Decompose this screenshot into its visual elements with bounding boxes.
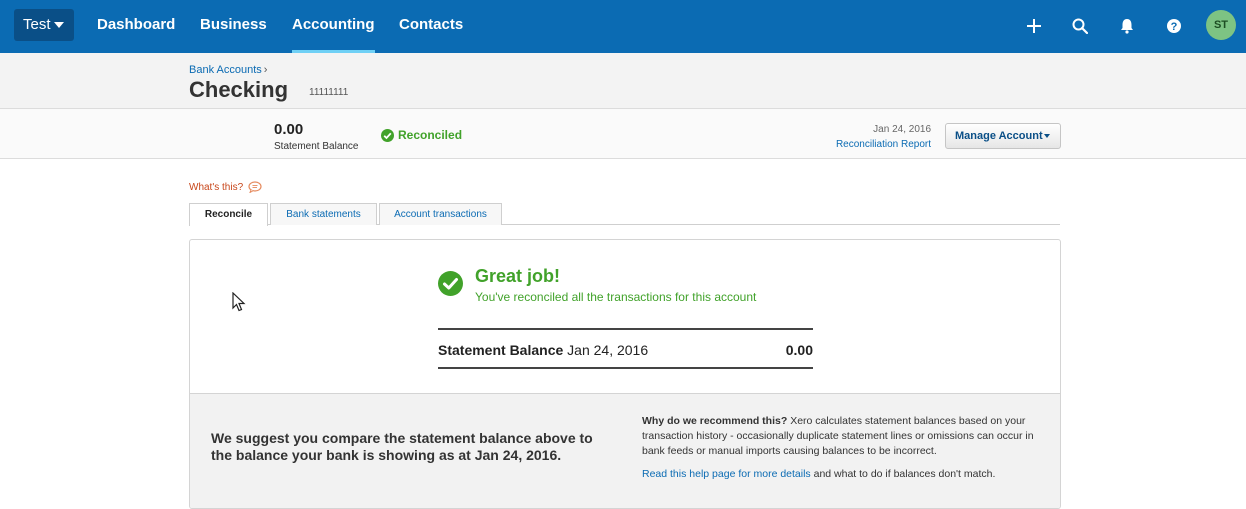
reconcile-panel: Great job! You've reconciled all the tra… [189, 239, 1061, 509]
help-icon[interactable]: ? [1163, 15, 1185, 37]
manage-account-label: Manage Account [955, 130, 1043, 142]
user-avatar[interactable]: ST [1206, 10, 1236, 40]
statement-balance-value: 0.00 [274, 121, 304, 138]
statement-balance-amount: 0.00 [785, 342, 813, 358]
caret-down-icon [1044, 134, 1050, 138]
check-circle-icon [381, 128, 394, 142]
reconciliation-date: Jan 24, 2016 [873, 124, 931, 135]
success-check-icon [438, 271, 463, 296]
plus-icon[interactable] [1023, 15, 1045, 37]
help-line: Read this help page for more details and… [642, 468, 995, 480]
nav-business[interactable]: Business [200, 0, 267, 53]
whats-this-link[interactable]: What's this? [189, 181, 262, 193]
account-number: 11111111 [309, 87, 349, 98]
reconciliation-report-link[interactable]: Reconciliation Report [836, 139, 931, 150]
compare-suggestion: We suggest you compare the statement bal… [211, 430, 593, 463]
bell-icon[interactable] [1116, 15, 1138, 37]
caret-down-icon [54, 22, 64, 28]
statement-balance-label: Statement Balance [274, 141, 359, 152]
page-title: Checking [189, 77, 289, 102]
tab-bank-statements[interactable]: Bank statements [270, 203, 377, 225]
whats-this-label: What's this? [189, 181, 244, 193]
breadcrumb-bank-accounts[interactable]: Bank Accounts [189, 64, 262, 76]
success-subtitle: You've reconciled all the transactions f… [475, 290, 757, 304]
success-title: Great job! [475, 266, 561, 286]
statement-balance-heading: Statement Balance Jan 24, 2016 [438, 342, 648, 358]
reconciled-label: Reconciled [398, 128, 463, 142]
organisation-menu-button[interactable]: Test [14, 9, 74, 41]
speech-bubble-icon [248, 181, 262, 193]
nav-accounting[interactable]: Accounting [292, 0, 375, 53]
nav-dashboard[interactable]: Dashboard [97, 0, 175, 53]
statement-balance-row: Statement Balance Jan 24, 2016 0.00 [438, 328, 813, 369]
tab-account-transactions[interactable]: Account transactions [379, 203, 502, 225]
nav-contacts[interactable]: Contacts [399, 0, 463, 53]
mouse-cursor-icon [232, 292, 246, 312]
tab-reconcile[interactable]: Reconcile [189, 203, 268, 226]
help-page-link[interactable]: Read this help page for more details [642, 468, 811, 480]
why-recommend-text: Why do we recommend this? Xero calculate… [642, 414, 1037, 459]
manage-account-button[interactable]: Manage Account [945, 123, 1061, 149]
svg-text:?: ? [1171, 21, 1178, 33]
reconciled-status: Reconciled [381, 128, 462, 142]
statement-balance-date: Jan 24, 2016 [567, 342, 649, 358]
help-line-rest: and what to do if balances don't match. [813, 468, 996, 480]
breadcrumb-separator: › [263, 64, 268, 76]
top-navigation: Test Dashboard Business Accounting Conta… [0, 0, 1246, 53]
recommendation-section: We suggest you compare the statement bal… [190, 393, 1060, 508]
why-recommend-heading: Why do we recommend this? [642, 415, 788, 427]
page-header: Bank Accounts › Checking 11111111 [0, 53, 1246, 109]
reconcile-tabs: Reconcile Bank statements Account transa… [189, 203, 1060, 226]
organisation-name: Test [23, 16, 51, 33]
breadcrumb: Bank Accounts › [189, 64, 267, 76]
balance-summary: 0.00 Statement Balance Reconciled Jan 24… [0, 109, 1246, 159]
search-icon[interactable] [1069, 15, 1091, 37]
statement-balance-title: Statement Balance [438, 342, 564, 358]
